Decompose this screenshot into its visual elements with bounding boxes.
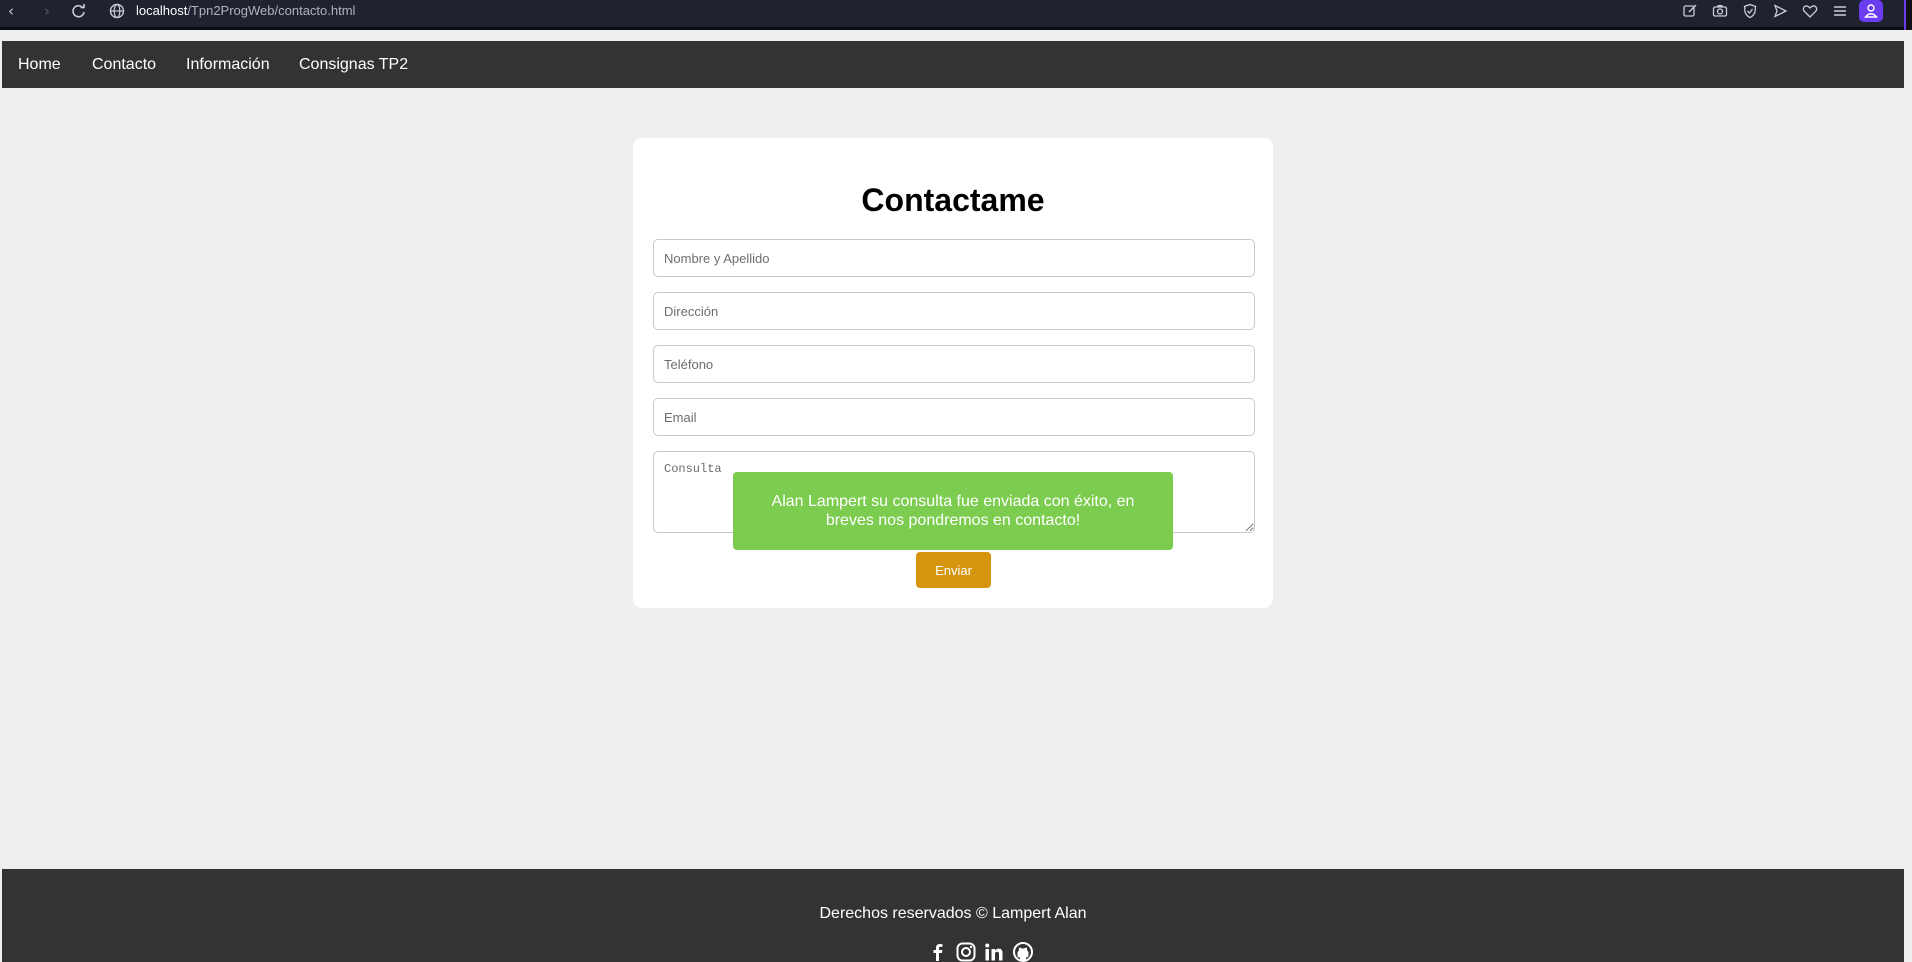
nav-link-home[interactable]: Home <box>18 41 61 88</box>
url-path: /Tpn2ProgWeb/contacto.html <box>187 3 356 18</box>
url-host: localhost <box>136 3 188 18</box>
toast-message: Alan Lampert su consulta fue enviada con… <box>771 493 1135 529</box>
nav-link-contacto[interactable]: Contacto <box>92 41 156 88</box>
heart-icon[interactable] <box>1801 2 1819 20</box>
shield-icon[interactable] <box>1741 2 1759 20</box>
site-navbar: Home Contacto Información Consignas TP2 <box>2 41 1904 88</box>
camera-icon[interactable] <box>1711 2 1729 20</box>
site-footer: Derechos reservados © Lampert Alan <box>2 869 1904 962</box>
forward-icon[interactable]: › <box>36 0 58 22</box>
name-input[interactable] <box>653 239 1255 277</box>
nav-link-consignas[interactable]: Consignas TP2 <box>299 41 408 88</box>
browser-toolbar: ‹ › localhost/Tpn2ProgWeb/contacto.html <box>0 0 1912 30</box>
edit-icon[interactable] <box>1681 2 1699 20</box>
back-icon[interactable]: ‹ <box>0 0 22 22</box>
user-icon <box>1863 4 1879 18</box>
nav-link-informacion[interactable]: Información <box>186 41 270 88</box>
globe-icon <box>108 2 126 20</box>
github-icon[interactable] <box>1012 941 1034 962</box>
reload-icon[interactable] <box>70 2 88 20</box>
menu-icon[interactable] <box>1831 2 1849 20</box>
window-edge <box>1904 0 1912 30</box>
linkedin-icon[interactable] <box>983 941 1005 962</box>
address-input[interactable] <box>653 292 1255 330</box>
copyright-text: Derechos reservados © Lampert Alan <box>819 905 1087 922</box>
instagram-icon[interactable] <box>955 941 977 962</box>
submit-button[interactable]: Enviar <box>916 552 991 588</box>
send-icon[interactable] <box>1771 2 1789 20</box>
profile-button[interactable] <box>1859 0 1883 22</box>
phone-input[interactable] <box>653 345 1255 383</box>
facebook-icon[interactable] <box>927 941 949 962</box>
success-toast: Alan Lampert su consulta fue enviada con… <box>733 472 1173 550</box>
form-title: Contactame <box>861 182 1045 218</box>
email-input[interactable] <box>653 398 1255 436</box>
address-bar[interactable]: localhost/Tpn2ProgWeb/contacto.html <box>136 3 355 18</box>
